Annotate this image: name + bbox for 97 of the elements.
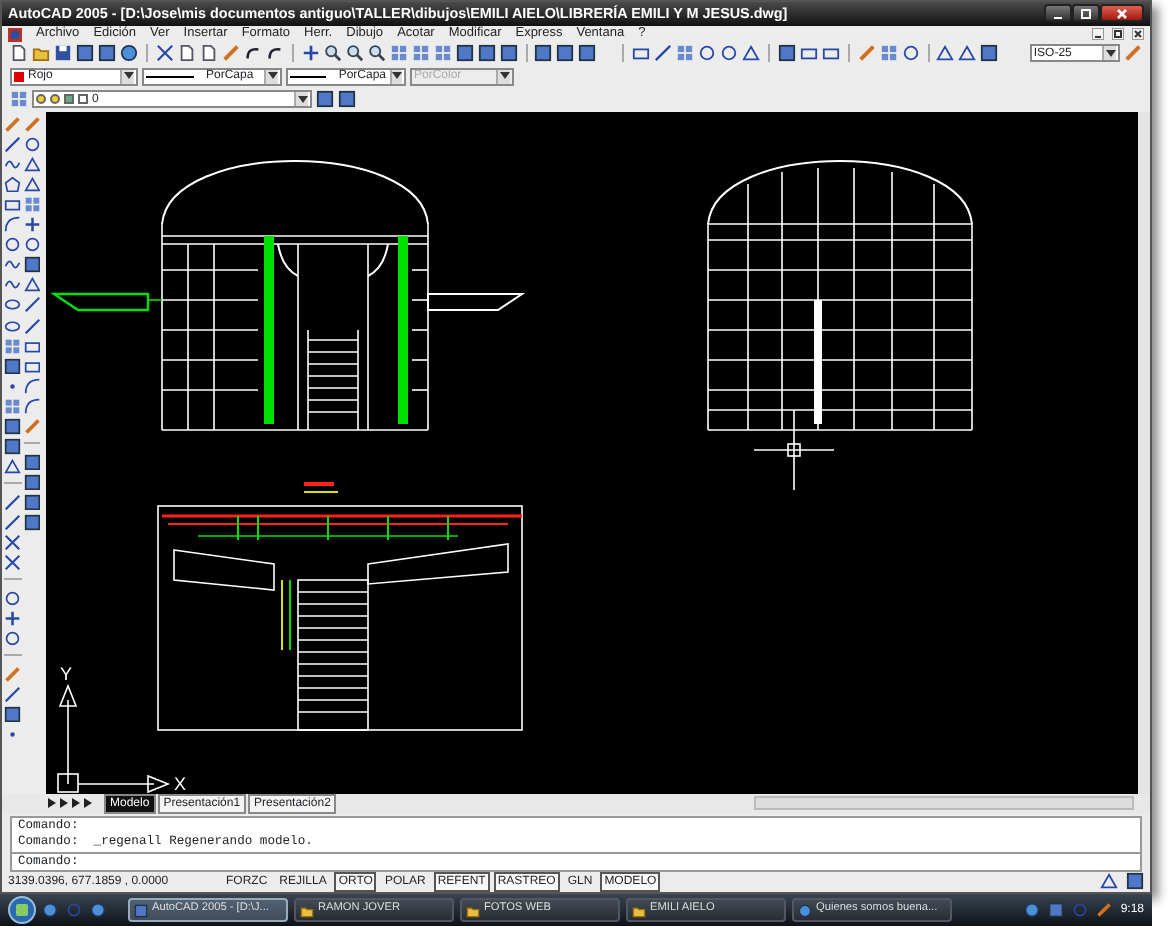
square-icon[interactable] — [455, 44, 474, 63]
square-icon[interactable] — [338, 90, 356, 109]
minimize-button[interactable] — [1044, 4, 1072, 23]
magnifier-icon[interactable] — [367, 44, 386, 63]
start-button[interactable] — [8, 896, 36, 924]
line-icon[interactable] — [23, 296, 40, 314]
page-icon[interactable] — [10, 44, 28, 63]
triangle-icon[interactable] — [4, 458, 21, 476]
polygon-icon[interactable] — [4, 175, 21, 193]
square-icon[interactable] — [578, 44, 597, 63]
close-icon[interactable] — [1116, 7, 1128, 20]
circle-icon[interactable] — [697, 44, 716, 63]
square-icon[interactable] — [23, 473, 40, 491]
ucs-icon — [58, 683, 171, 793]
close-button[interactable] — [1132, 28, 1144, 41]
cross-icon[interactable] — [4, 534, 21, 552]
dropdown-arrow-icon[interactable] — [1105, 49, 1116, 58]
axis-label: Y — [60, 663, 73, 684]
line-sample — [290, 75, 327, 78]
vertical-scrollbar[interactable] — [1138, 111, 1150, 794]
globe-icon[interactable] — [120, 44, 138, 63]
line-icon[interactable] — [4, 685, 21, 703]
curved-line-icon[interactable] — [265, 44, 284, 63]
globe-icon[interactable] — [90, 902, 106, 918]
circle-icon[interactable] — [719, 44, 738, 63]
magnifier-icon[interactable] — [345, 44, 364, 63]
square-icon[interactable] — [4, 357, 21, 375]
circle-icon[interactable] — [901, 44, 920, 63]
grid-icon[interactable] — [23, 196, 40, 213]
circle-icon[interactable] — [23, 236, 40, 254]
circle-icon[interactable] — [4, 630, 21, 648]
pencil-icon[interactable] — [4, 665, 21, 683]
horizontal-scrollbar[interactable] — [754, 796, 1134, 811]
square-icon[interactable] — [23, 493, 40, 511]
folder-icon[interactable] — [466, 903, 480, 917]
plus-icon[interactable] — [301, 44, 320, 63]
circle-icon[interactable] — [4, 236, 21, 254]
close-button[interactable] — [1100, 4, 1144, 23]
maximize-button[interactable] — [1072, 4, 1100, 23]
square-icon[interactable] — [316, 90, 334, 109]
plus-icon[interactable] — [4, 609, 21, 627]
square-icon[interactable] — [4, 418, 21, 436]
triangle-icon[interactable] — [1100, 872, 1118, 891]
dropdown-arrow-icon[interactable] — [123, 72, 133, 81]
square-icon[interactable] — [534, 44, 553, 63]
dropdown-arrow-icon[interactable] — [392, 72, 402, 81]
cross-icon[interactable] — [4, 554, 21, 572]
triangle-icon[interactable] — [23, 276, 40, 294]
folder-icon[interactable] — [32, 44, 50, 63]
square-icon[interactable] — [23, 453, 40, 471]
line-icon[interactable] — [4, 514, 21, 531]
line-icon[interactable] — [23, 317, 40, 335]
arc-icon[interactable] — [4, 216, 21, 234]
restore-button[interactable] — [1112, 28, 1124, 41]
square-icon[interactable] — [980, 44, 999, 63]
app-icon[interactable] — [8, 27, 22, 42]
circle-icon[interactable] — [4, 589, 21, 607]
grid-icon[interactable] — [411, 44, 430, 63]
triangle-icon[interactable] — [741, 44, 760, 63]
globe-icon[interactable] — [1024, 902, 1041, 918]
pencil-icon[interactable] — [857, 44, 876, 63]
square-icon[interactable] — [1126, 872, 1144, 891]
circle-icon[interactable] — [23, 135, 40, 153]
grid-icon[interactable] — [675, 44, 694, 63]
cross-icon[interactable] — [155, 44, 174, 63]
plus-icon[interactable] — [23, 216, 40, 234]
rectangle-icon[interactable] — [4, 196, 21, 213]
curved-line-icon[interactable] — [243, 44, 262, 63]
rectangle-icon[interactable] — [631, 44, 650, 63]
crosshair-cursor — [754, 408, 836, 491]
pencil-icon[interactable] — [1096, 902, 1113, 918]
square-icon[interactable] — [477, 44, 496, 63]
wave-icon[interactable] — [4, 155, 21, 173]
square-icon[interactable] — [98, 44, 116, 63]
folder-icon[interactable] — [632, 903, 646, 917]
globe-icon[interactable] — [42, 902, 58, 918]
axis-label: X — [174, 773, 187, 794]
dropdown-arrow-icon[interactable] — [297, 95, 307, 104]
square-icon[interactable] — [76, 44, 94, 63]
maximize-icon[interactable] — [1080, 7, 1092, 20]
magnifier-icon[interactable] — [323, 44, 342, 63]
square-icon[interactable] — [4, 705, 21, 723]
grid-icon[interactable] — [879, 44, 898, 63]
square-icon[interactable] — [23, 514, 40, 531]
square-icon[interactable] — [23, 256, 40, 274]
square-icon[interactable] — [777, 44, 796, 63]
square-icon[interactable] — [4, 438, 21, 456]
grid-icon[interactable] — [10, 90, 28, 109]
folder-icon[interactable] — [300, 903, 314, 917]
line-sample — [146, 75, 194, 78]
square-icon[interactable] — [556, 44, 575, 63]
line-icon[interactable] — [4, 493, 21, 511]
square-icon[interactable] — [499, 44, 518, 63]
dropdown-arrow-icon[interactable] — [267, 72, 277, 81]
line-icon[interactable] — [4, 135, 21, 153]
line-icon[interactable] — [653, 44, 672, 63]
minimize-button[interactable] — [1092, 28, 1104, 41]
